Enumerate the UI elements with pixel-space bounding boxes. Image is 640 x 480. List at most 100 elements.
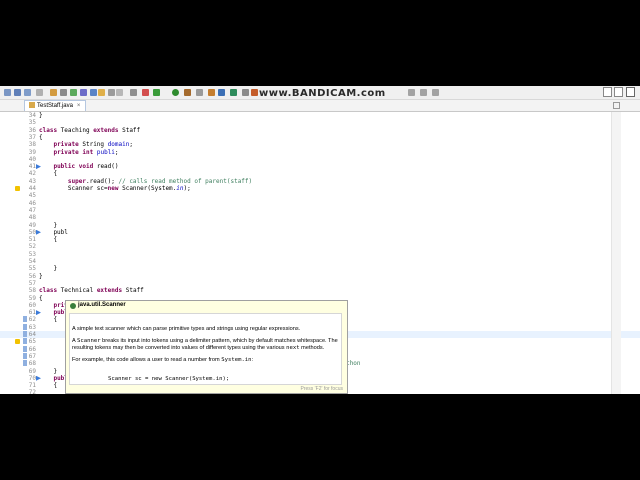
- coverage-icon[interactable]: [153, 89, 160, 96]
- line-number: 41: [28, 163, 36, 171]
- line-number: 39: [28, 148, 36, 156]
- popup-header: java.util.Scanner: [66, 301, 347, 311]
- code-line[interactable]: 46: [0, 200, 640, 207]
- line-number: 38: [28, 141, 36, 149]
- new-class-icon[interactable]: [230, 89, 237, 96]
- code-editor[interactable]: 34} 35 36 class Teaching extends Staff 37{38…: [0, 112, 640, 394]
- code-line[interactable]: 43 super.read(); // calls read method of…: [0, 178, 640, 185]
- line-number: 36: [28, 126, 36, 134]
- code-line[interactable]: 58 class Technical extends Staff: [0, 287, 640, 294]
- code-text: {: [39, 133, 43, 141]
- line-number: 47: [28, 206, 36, 214]
- minimize-icon[interactable]: [603, 87, 612, 97]
- doc-paragraph-1: A simple text scanner which can parse pr…: [72, 326, 301, 332]
- code-line[interactable]: 35: [0, 119, 640, 126]
- line-number: 40: [28, 155, 36, 163]
- task-icon[interactable]: [80, 89, 87, 96]
- line-number: 61: [28, 309, 36, 317]
- code-line[interactable]: 36 class Teaching extends Staff: [0, 127, 640, 134]
- maximize-icon[interactable]: [614, 87, 623, 97]
- popup-title: java.util.Scanner: [78, 302, 126, 308]
- print-icon[interactable]: [36, 89, 43, 96]
- code-line[interactable]: 49 }: [0, 222, 640, 229]
- back-icon[interactable]: [420, 89, 427, 96]
- line-number: 71: [28, 382, 36, 390]
- code-text: }: [39, 367, 58, 375]
- code-text: }: [39, 265, 58, 273]
- code-line[interactable]: 53: [0, 251, 640, 258]
- block-select-icon[interactable]: [108, 89, 115, 96]
- line-number: 50: [28, 228, 36, 236]
- line-number: 44: [28, 185, 36, 192]
- highlight-icon[interactable]: [98, 89, 105, 96]
- code-line[interactable]: 50 publ: [0, 229, 640, 236]
- code-text: }: [39, 221, 58, 229]
- quick-diff-marker: [23, 360, 27, 367]
- code-line[interactable]: 39 private int publi;: [0, 149, 640, 156]
- code-line[interactable]: 56}: [0, 273, 640, 280]
- save-icon[interactable]: [14, 89, 21, 96]
- tab-teststaff[interactable]: TestStaff.java ×: [24, 100, 87, 111]
- code-line[interactable]: 52: [0, 243, 640, 250]
- line-number: 48: [28, 214, 36, 222]
- line-number: 34: [28, 112, 36, 119]
- run-icon[interactable]: [172, 89, 179, 96]
- open-task-icon[interactable]: [251, 89, 258, 96]
- quick-diff-marker: [23, 331, 27, 337]
- code-line[interactable]: 41 public void read(): [0, 163, 640, 170]
- code-text: {: [39, 382, 58, 390]
- package-icon[interactable]: [50, 89, 57, 96]
- quick-diff-marker: [23, 316, 27, 323]
- forward-icon[interactable]: [432, 89, 439, 96]
- code-text: {: [39, 170, 58, 178]
- doc-paragraph-3: For example, this code allows a user to …: [72, 357, 254, 363]
- line-number: 72: [28, 389, 36, 394]
- mark-icon[interactable]: [70, 89, 77, 96]
- code-line[interactable]: 42 {: [0, 170, 640, 177]
- main-toolbar: www.BANDICAM.com: [0, 86, 640, 100]
- code-line[interactable]: 48: [0, 214, 640, 221]
- new-package-icon[interactable]: [218, 89, 225, 96]
- code-line[interactable]: 55 }: [0, 265, 640, 272]
- editor-tab-bar: TestStaff.java ×: [0, 100, 640, 112]
- toggle-icon[interactable]: [60, 89, 67, 96]
- new-icon[interactable]: [4, 89, 11, 96]
- search-icon[interactable]: [90, 89, 97, 96]
- debug-icon[interactable]: [142, 89, 149, 96]
- close-tab-icon[interactable]: ×: [77, 101, 81, 111]
- class-icon: [70, 303, 76, 309]
- maximize-editor-icon[interactable]: [613, 102, 620, 109]
- external-tools-icon[interactable]: [184, 89, 191, 96]
- line-number: 46: [28, 199, 36, 207]
- line-number: 56: [28, 272, 36, 280]
- code-line[interactable]: 38 private String domain;: [0, 141, 640, 148]
- line-number: 35: [28, 119, 36, 127]
- code-text: class Teaching extends Staff: [39, 126, 141, 134]
- code-line[interactable]: 44 Scanner sc=new Scanner(System.in);: [0, 185, 640, 192]
- skip-breakpoints-icon[interactable]: [130, 89, 137, 96]
- line-number: 45: [28, 192, 36, 200]
- code-line[interactable]: 54: [0, 258, 640, 265]
- code-text: Scanner sc=new Scanner(System.in);: [39, 185, 191, 192]
- warning-icon[interactable]: [15, 186, 20, 191]
- code-line[interactable]: 57: [0, 280, 640, 287]
- open-type-icon[interactable]: [242, 89, 249, 96]
- whitespace-icon[interactable]: [116, 89, 123, 96]
- save-all-icon[interactable]: [24, 89, 31, 96]
- javadoc-hover-popup[interactable]: java.util.Scanner A simple text scanner …: [65, 300, 348, 394]
- code-text: {: [39, 236, 58, 244]
- new-java-project-icon[interactable]: [208, 89, 215, 96]
- close-icon[interactable]: [626, 87, 635, 97]
- code-line[interactable]: 40: [0, 156, 640, 163]
- code-line[interactable]: 47: [0, 207, 640, 214]
- code-line[interactable]: 34}: [0, 112, 640, 119]
- vertical-scrollbar[interactable]: [611, 112, 621, 394]
- quick-diff-marker: [23, 338, 27, 345]
- warning-icon[interactable]: [15, 339, 20, 345]
- line-number: 49: [28, 221, 36, 229]
- next-annotation-icon[interactable]: [408, 89, 415, 96]
- code-line[interactable]: 37{: [0, 134, 640, 141]
- code-line[interactable]: 51 {: [0, 236, 640, 243]
- chevron-down-icon[interactable]: [196, 89, 203, 96]
- code-line[interactable]: 45: [0, 192, 640, 199]
